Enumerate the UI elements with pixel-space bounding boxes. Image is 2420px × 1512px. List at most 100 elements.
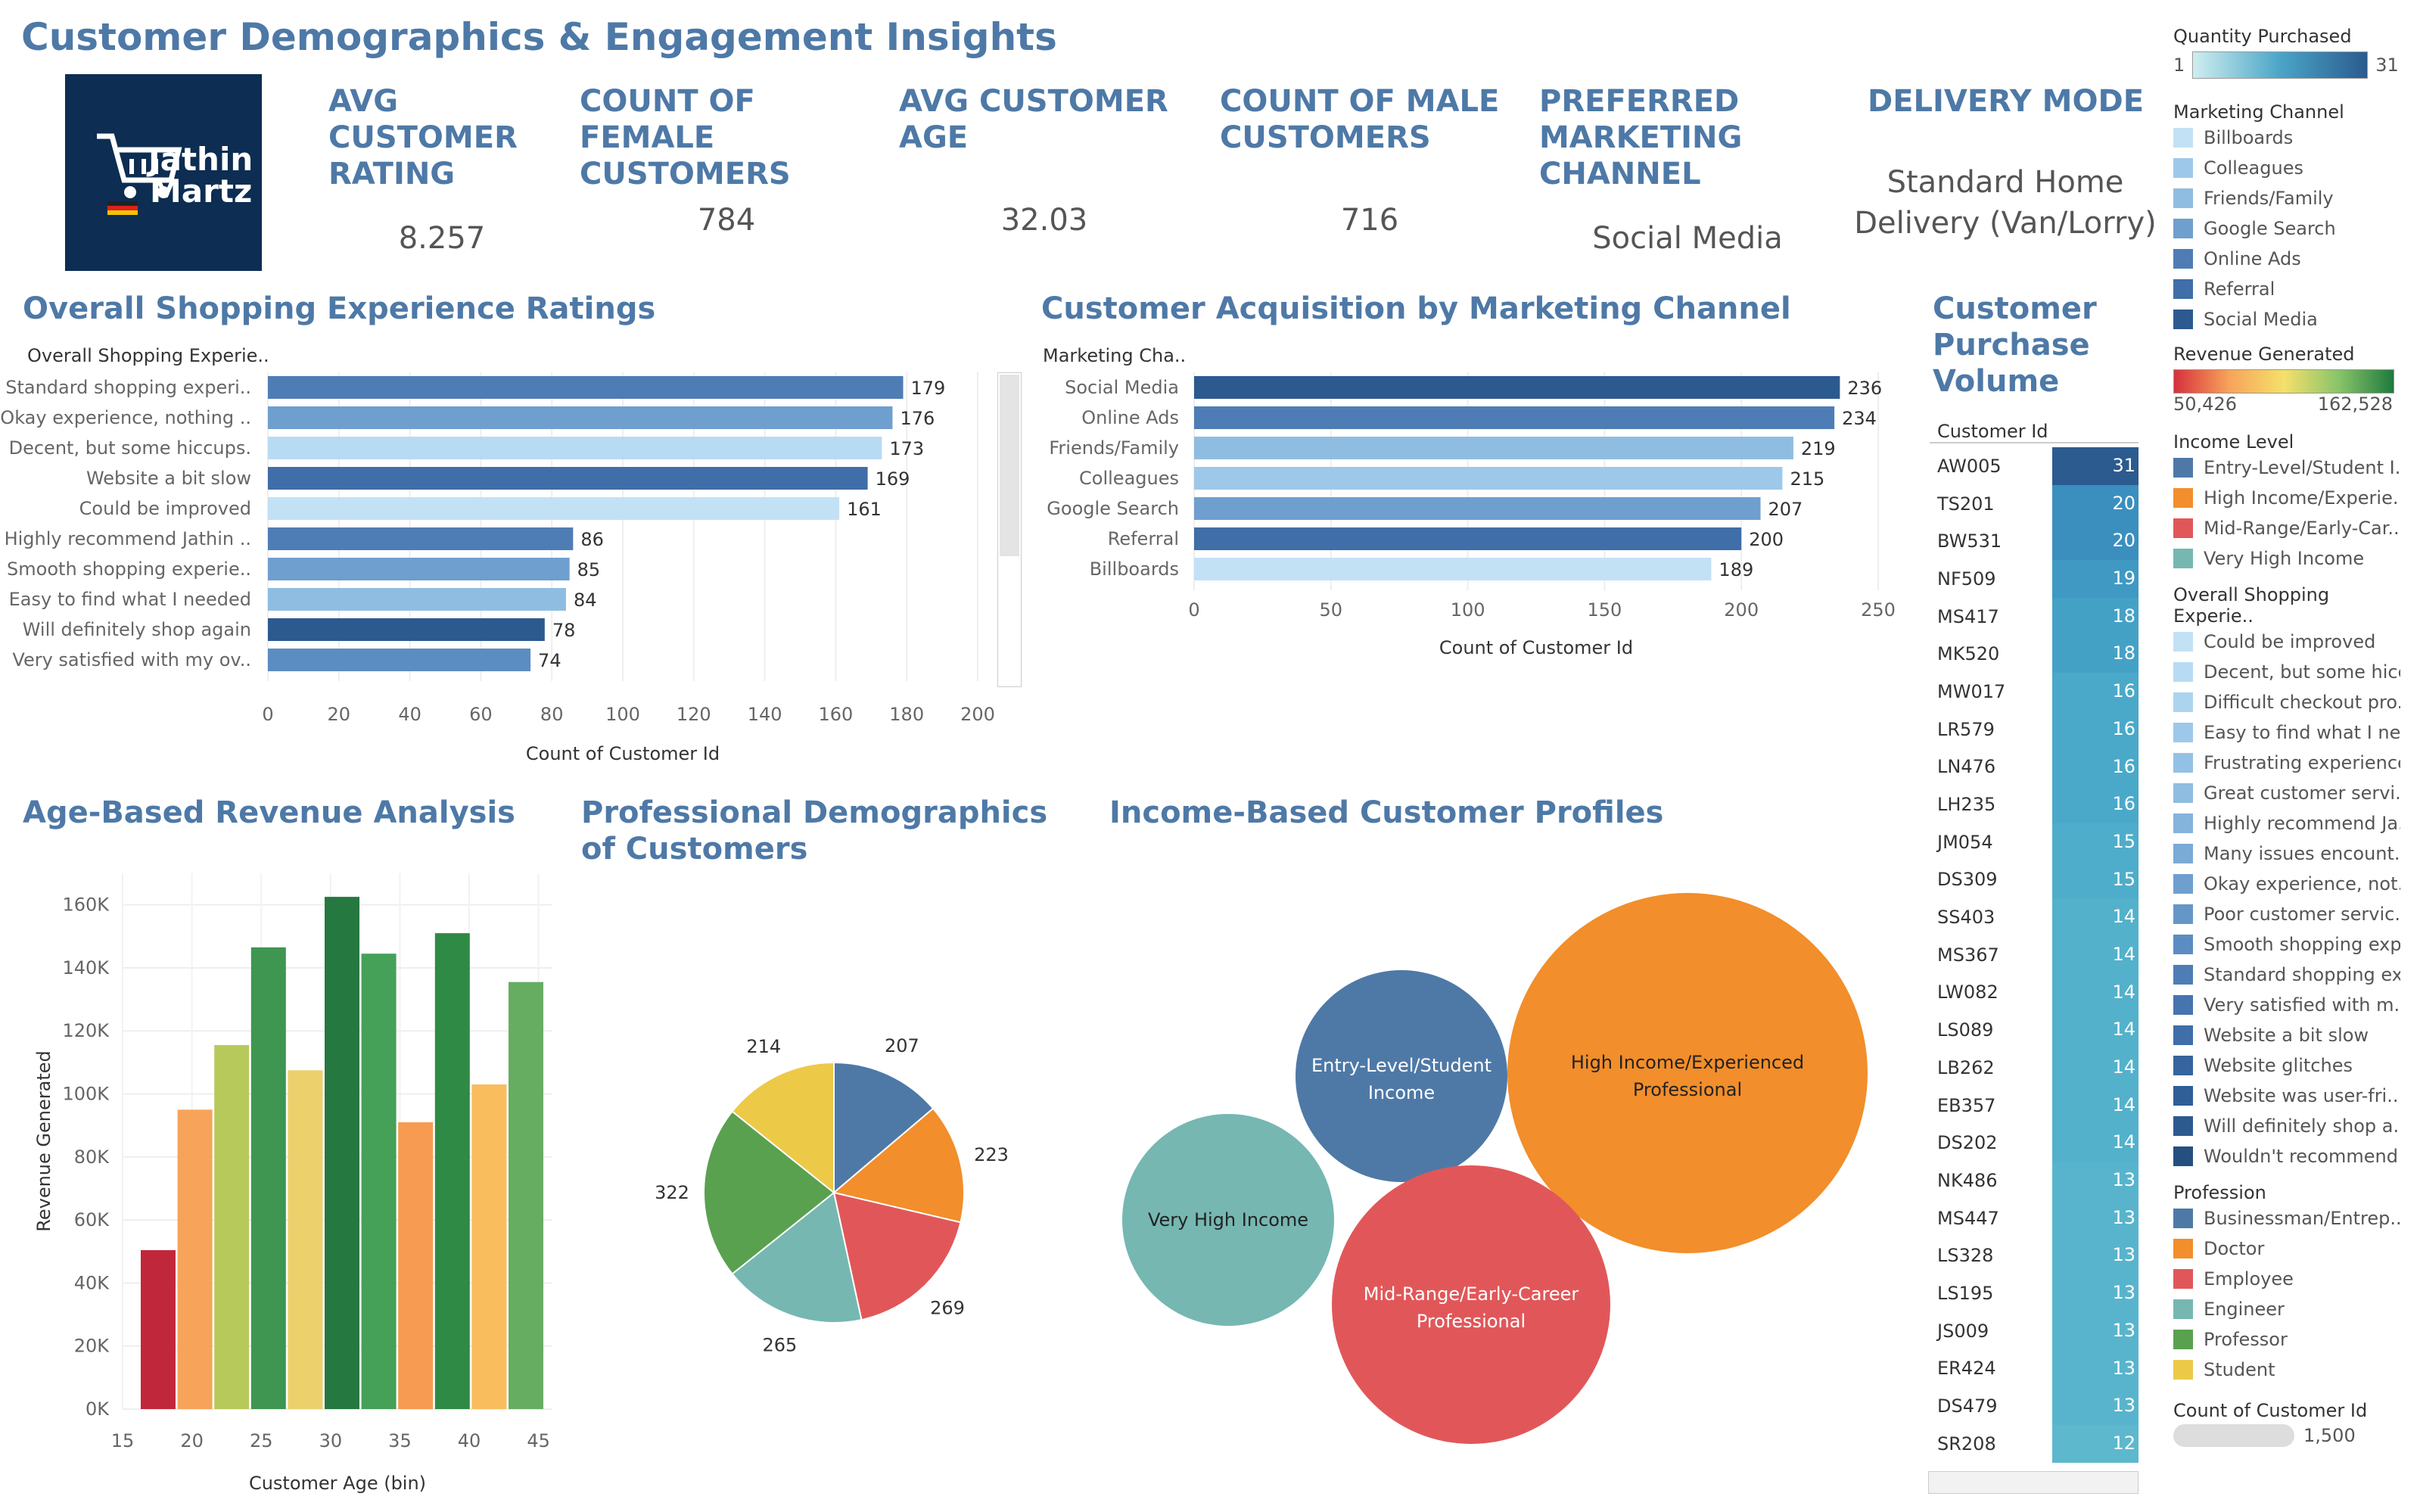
legend-item[interactable]: Okay experience, not..	[2173, 869, 2400, 899]
table-row[interactable]: MK520 18	[1934, 635, 2138, 674]
legend-item[interactable]: Smooth shopping exp..	[2173, 929, 2400, 960]
legend-item[interactable]: Student	[2173, 1355, 2400, 1385]
legend-item[interactable]: Engineer	[2173, 1294, 2400, 1324]
legend-swatch	[2173, 1025, 2193, 1045]
y-tick-label: 100K	[62, 1084, 110, 1105]
y-tick-label: 120K	[62, 1020, 110, 1041]
kpi-value-female-count: 784	[697, 203, 756, 238]
legend-item[interactable]: Will definitely shop a..	[2173, 1111, 2400, 1141]
legend-swatch	[2173, 458, 2193, 478]
table-row[interactable]: LS089 14	[1934, 1011, 2138, 1049]
ratings-scrollbar[interactable]	[997, 372, 1022, 687]
table-row[interactable]: EB357 14	[1934, 1086, 2138, 1125]
legend-item[interactable]: Doctor	[2173, 1234, 2400, 1264]
quantity-cell: 16	[2051, 786, 2138, 823]
table-row[interactable]: LH235 16	[1934, 786, 2138, 823]
table-row[interactable]: TS201 20	[1934, 484, 2138, 523]
legend-item[interactable]: Website was user-fri..	[2173, 1081, 2400, 1111]
table-row[interactable]: SR208 12	[1934, 1424, 2138, 1463]
legend-item[interactable]: Decent, but some hicc..	[2173, 657, 2400, 687]
legend-item[interactable]: Employee	[2173, 1264, 2400, 1294]
legend-item[interactable]: Businessman/Entrep..	[2173, 1203, 2400, 1234]
table-row[interactable]: DS479 13	[1934, 1387, 2138, 1425]
x-tick-label: 50	[1320, 599, 1343, 621]
legend-item[interactable]: Could be improved	[2173, 627, 2400, 657]
legend-item[interactable]: Colleagues	[2173, 153, 2400, 183]
x-tick-label: 35	[388, 1430, 412, 1451]
table-row[interactable]: LW082 14	[1934, 973, 2138, 1012]
bar	[1194, 376, 1840, 399]
legend-item[interactable]: Standard shopping ex..	[2173, 960, 2400, 990]
table-row[interactable]: LR579 16	[1934, 710, 2138, 748]
x-tick-label: 30	[319, 1430, 343, 1451]
table-row[interactable]: LN476 16	[1934, 748, 2138, 786]
legend-label: Professor	[2204, 1329, 2288, 1350]
table-row[interactable]: NF509 19	[1934, 560, 2138, 598]
legend-item[interactable]: Professor	[2173, 1324, 2400, 1355]
table-row[interactable]: BW531 20	[1934, 522, 2138, 561]
legend-item[interactable]: Referral	[2173, 274, 2400, 304]
purchase-volume-hscroll[interactable]	[1928, 1471, 2138, 1494]
table-row[interactable]: MS447 13	[1934, 1199, 2138, 1237]
legend-item[interactable]: Website a bit slow	[2173, 1020, 2400, 1050]
legend-item[interactable]: Very satisfied with m..	[2173, 990, 2400, 1020]
table-row[interactable]: LS195 13	[1934, 1274, 2138, 1312]
category-label: Very satisfied with my ov..	[12, 649, 251, 670]
table-row[interactable]: NK486 13	[1934, 1162, 2138, 1199]
category-label: Will definitely shop again	[23, 619, 251, 640]
table-row[interactable]: JM054 15	[1934, 823, 2138, 861]
table-row[interactable]: DS202 14	[1934, 1124, 2138, 1162]
table-row[interactable]: MS367 14	[1934, 935, 2138, 974]
legend-label: Decent, but some hicc..	[2204, 661, 2400, 683]
legend-swatch	[2173, 1360, 2193, 1380]
legend-label: Okay experience, not..	[2204, 873, 2400, 894]
legend-item[interactable]: Billboards	[2173, 123, 2400, 153]
ratings-scroll-thumb[interactable]	[1000, 375, 1019, 556]
kpi-title-delivery-mode: DELIVERY MODE	[1868, 84, 2145, 119]
table-row[interactable]: SS403 14	[1934, 898, 2138, 936]
legend-label: Many issues encount..	[2204, 843, 2400, 864]
pie-data-label: 214	[746, 1036, 781, 1057]
legend-swatch	[2173, 753, 2193, 773]
category-label: Referral	[1108, 528, 1179, 549]
bar	[1194, 527, 1742, 550]
legend-item[interactable]: Easy to find what I ne..	[2173, 717, 2400, 748]
customer-id-cell: DS479	[1937, 1395, 1998, 1417]
table-row[interactable]: JS009 13	[1934, 1311, 2138, 1350]
x-tick-label: 80	[540, 704, 564, 725]
legend-label: Entry-Level/Student I..	[2204, 457, 2400, 478]
table-row[interactable]: LS328 13	[1934, 1237, 2138, 1275]
legend-item[interactable]: Entry-Level/Student I..	[2173, 453, 2400, 483]
legend-item[interactable]: Website glitches	[2173, 1050, 2400, 1081]
legend-item[interactable]: Difficult checkout pro..	[2173, 687, 2400, 717]
legend-item[interactable]: Many issues encount..	[2173, 838, 2400, 869]
data-label: 207	[1768, 499, 1803, 520]
x-tick-label: 200	[960, 704, 995, 725]
bar	[268, 618, 545, 641]
legend-item[interactable]: Mid-Range/Early-Car..	[2173, 513, 2400, 543]
legend-item[interactable]: Poor customer servic..	[2173, 899, 2400, 929]
table-row[interactable]: ER424 13	[1934, 1349, 2138, 1388]
x-tick-label: 60	[469, 704, 493, 725]
table-row[interactable]: MW017 16	[1934, 673, 2138, 711]
legend-label: Wouldn't recommend	[2204, 1146, 2398, 1167]
customer-id-cell: LS195	[1937, 1282, 1994, 1304]
legend-item[interactable]: Online Ads	[2173, 244, 2400, 274]
table-row[interactable]: LB262 14	[1934, 1049, 2138, 1087]
legend-item[interactable]: Google Search	[2173, 213, 2400, 244]
bar	[1194, 467, 1783, 490]
legend-item[interactable]: Highly recommend Ja..	[2173, 808, 2400, 838]
legend-swatch	[2173, 662, 2193, 682]
legend-item[interactable]: Social Media	[2173, 304, 2400, 334]
legend-item[interactable]: High Income/Experie..	[2173, 483, 2400, 513]
legend-item[interactable]: Frustrating experience	[2173, 748, 2400, 778]
legend-swatch	[2173, 549, 2193, 568]
legend-item[interactable]: Wouldn't recommend	[2173, 1141, 2400, 1168]
table-row[interactable]: AW005 31	[1934, 447, 2138, 485]
table-row[interactable]: DS309 15	[1934, 860, 2138, 899]
legend-item[interactable]: Great customer servi..	[2173, 778, 2400, 808]
quantity-cell: 31	[2051, 447, 2138, 485]
legend-item[interactable]: Very High Income	[2173, 543, 2400, 574]
legend-item[interactable]: Friends/Family	[2173, 183, 2400, 213]
table-row[interactable]: MS417 18	[1934, 597, 2138, 636]
